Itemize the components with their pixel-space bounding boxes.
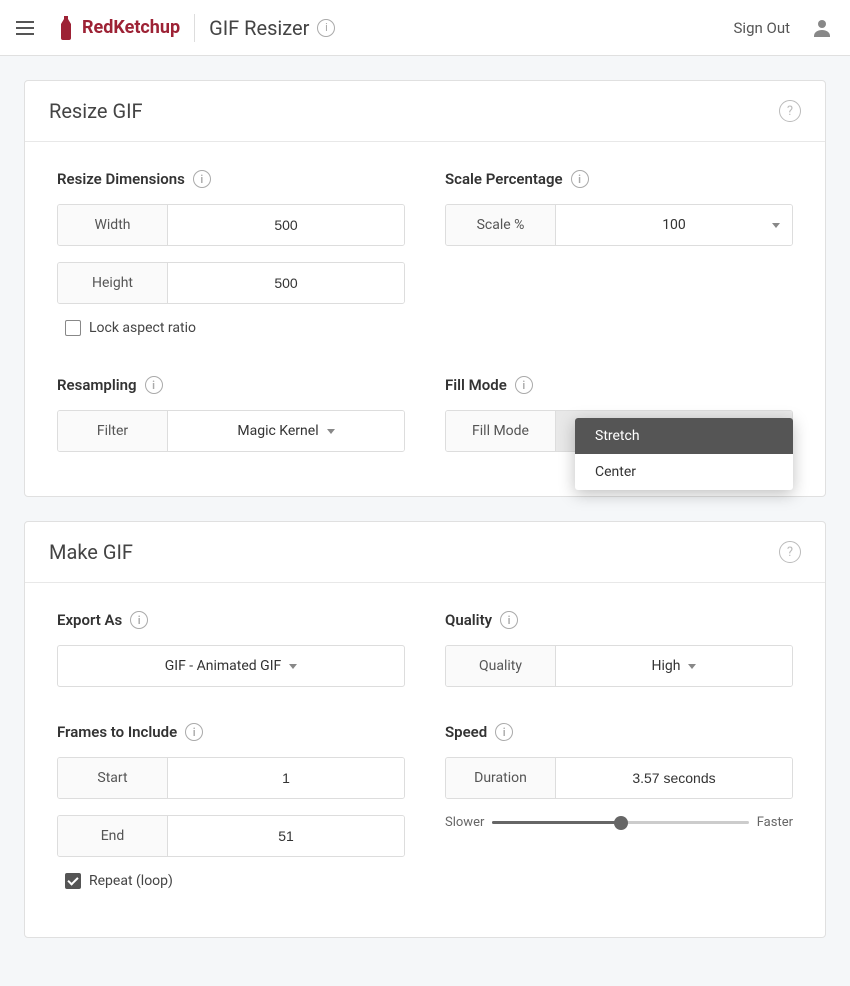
scale-input-label: Scale %	[446, 205, 556, 245]
brand-logo[interactable]: RedKetchup	[56, 14, 180, 42]
fillmode-menu: Stretch Center	[575, 418, 793, 490]
page-title: GIF Resizer	[209, 16, 309, 40]
slider-fill	[492, 821, 620, 824]
faster-label: Faster	[757, 815, 793, 830]
height-input-row: Height	[57, 262, 405, 304]
resize-card-header: Resize GIF ?	[25, 81, 825, 142]
slower-label: Slower	[445, 815, 484, 830]
app-header: RedKetchup GIF Resizer i Sign Out	[0, 0, 850, 56]
fillmode-option-stretch[interactable]: Stretch	[575, 418, 793, 454]
resampling-label: Resampling i	[57, 376, 405, 394]
frames-info-icon[interactable]: i	[185, 723, 203, 741]
end-frame-row: End	[57, 815, 405, 857]
lock-aspect-checkbox[interactable]	[65, 320, 81, 336]
fillmode-label: Fill Mode i	[445, 376, 793, 394]
speed-slider-row: Slower Faster	[445, 815, 793, 830]
width-input-row: Width	[57, 204, 405, 246]
brand-name: RedKetchup	[82, 17, 180, 38]
scale-input-row: Scale % 100	[445, 204, 793, 246]
resampling-info-icon[interactable]: i	[145, 376, 163, 394]
quality-label: Quality i	[445, 611, 793, 629]
quality-dropdown[interactable]: High	[556, 646, 792, 686]
end-input[interactable]	[168, 816, 404, 856]
fillmode-info-icon[interactable]: i	[515, 376, 533, 394]
width-label: Width	[58, 205, 168, 245]
dimensions-info-icon[interactable]: i	[193, 170, 211, 188]
quality-input-row: Quality High	[445, 645, 793, 687]
speed-label: Speed i	[445, 723, 793, 741]
start-input[interactable]	[168, 758, 404, 798]
fillmode-option-center[interactable]: Center	[575, 454, 793, 490]
scale-percentage-label: Scale Percentage i	[445, 170, 793, 188]
resize-card-title: Resize GIF	[49, 99, 779, 123]
scale-info-icon[interactable]: i	[571, 170, 589, 188]
width-input[interactable]	[168, 205, 404, 245]
make-card-title: Make GIF	[49, 540, 779, 564]
repeat-checkbox[interactable]	[65, 873, 81, 889]
slider-thumb[interactable]	[614, 816, 628, 830]
make-card-header: Make GIF ?	[25, 522, 825, 583]
sign-out-link[interactable]: Sign Out	[734, 19, 790, 37]
hamburger-menu-icon[interactable]	[16, 16, 40, 40]
user-icon[interactable]	[810, 16, 834, 40]
filter-input-row: Filter Magic Kernel	[57, 410, 405, 452]
scale-dropdown[interactable]: 100	[556, 205, 792, 245]
export-as-label: Export As i	[57, 611, 405, 629]
export-info-icon[interactable]: i	[130, 611, 148, 629]
start-label: Start	[58, 758, 168, 798]
height-input[interactable]	[168, 263, 404, 303]
filter-dropdown[interactable]: Magic Kernel	[168, 411, 404, 451]
ketchup-bottle-icon	[56, 14, 76, 42]
speed-slider[interactable]	[492, 821, 748, 824]
make-gif-card: Make GIF ? Export As i GIF - Animated GI…	[24, 521, 826, 938]
duration-row: Duration	[445, 757, 793, 799]
repeat-label: Repeat (loop)	[89, 873, 173, 889]
speed-info-icon[interactable]: i	[495, 723, 513, 741]
chevron-down-icon	[688, 664, 696, 669]
chevron-down-icon	[772, 223, 780, 228]
make-help-icon[interactable]: ?	[779, 541, 801, 563]
chevron-down-icon	[327, 429, 335, 434]
lock-aspect-label: Lock aspect ratio	[89, 320, 196, 336]
height-label: Height	[58, 263, 168, 303]
quality-input-label: Quality	[446, 646, 556, 686]
resize-dimensions-label: Resize Dimensions i	[57, 170, 405, 188]
end-label: End	[58, 816, 168, 856]
chevron-down-icon	[289, 664, 297, 669]
resize-help-icon[interactable]: ?	[779, 100, 801, 122]
export-dropdown[interactable]: GIF - Animated GIF	[57, 645, 405, 687]
filter-label: Filter	[58, 411, 168, 451]
header-divider	[194, 14, 195, 42]
duration-input[interactable]	[556, 758, 792, 798]
repeat-row[interactable]: Repeat (loop)	[65, 873, 405, 889]
page-info-icon[interactable]: i	[317, 19, 335, 37]
main-content: Resize GIF ? Resize Dimensions i Width H…	[0, 56, 850, 986]
quality-info-icon[interactable]: i	[500, 611, 518, 629]
frames-label: Frames to Include i	[57, 723, 405, 741]
resize-gif-card: Resize GIF ? Resize Dimensions i Width H…	[24, 80, 826, 497]
fillmode-input-label: Fill Mode	[446, 411, 556, 451]
start-frame-row: Start	[57, 757, 405, 799]
duration-label: Duration	[446, 758, 556, 798]
lock-aspect-row[interactable]: Lock aspect ratio	[65, 320, 405, 336]
